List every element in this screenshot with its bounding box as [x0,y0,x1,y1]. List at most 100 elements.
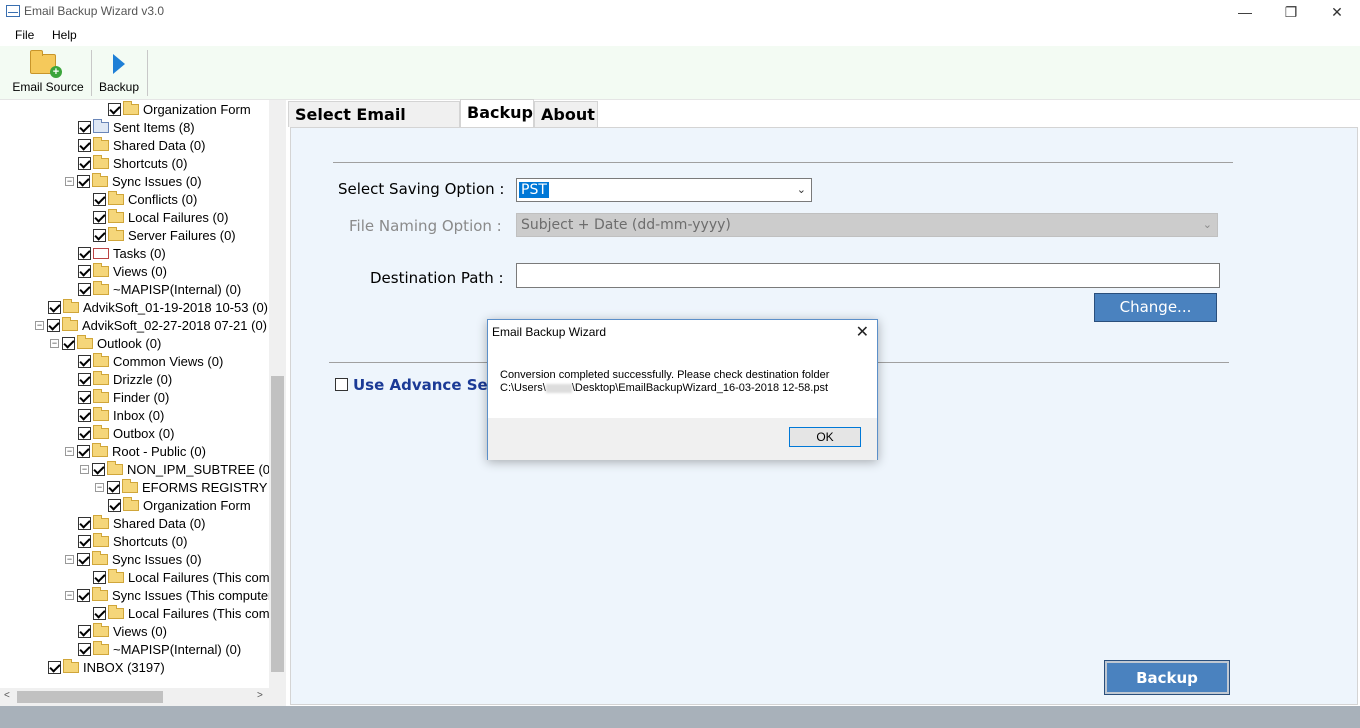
advance-settings-label[interactable]: Use Advance Settings [353,376,489,394]
tree-checkbox[interactable] [78,156,91,170]
tree-item[interactable]: Shortcuts (0) [78,532,187,550]
tab-about[interactable]: About [534,101,598,127]
scrollbar-thumb[interactable] [17,691,163,703]
minimize-button[interactable]: — [1222,0,1268,24]
tree-checkbox[interactable] [78,138,91,152]
collapse-toggle-icon[interactable]: − [65,554,74,564]
close-window-button[interactable]: ✕ [1314,0,1360,24]
tree-checkbox[interactable] [77,174,90,188]
tree-checkbox[interactable] [93,192,106,206]
tree-item[interactable]: Organization Form [108,100,251,118]
tree-item[interactable]: Tasks (0) [78,244,166,262]
tree-checkbox[interactable] [107,480,120,494]
advance-settings-checkbox[interactable] [335,378,348,391]
tree-item[interactable]: Local Failures (This computer only) [93,568,286,586]
tree-checkbox[interactable] [93,606,106,620]
tree-item[interactable]: Shortcuts (0) [78,154,187,172]
tree-checkbox[interactable] [78,390,91,404]
tree-item[interactable]: − EFORMS REGISTRY (0) [95,478,286,496]
tree-checkbox[interactable] [78,372,91,386]
tree-item[interactable]: Shared Data (0) [78,136,206,154]
tree-checkbox[interactable] [78,624,91,638]
folder-icon [92,550,108,565]
tree-checkbox[interactable] [78,282,91,296]
tree-item[interactable]: Inbox (0) [78,406,164,424]
tree-item[interactable]: Views (0) [78,622,167,640]
tree-checkbox[interactable] [93,570,106,584]
scroll-left-icon[interactable]: < [4,690,10,701]
tree-checkbox[interactable] [77,552,90,566]
destination-path-input[interactable] [516,263,1220,288]
menu-file[interactable]: File [15,28,34,42]
saving-option-select[interactable]: PST ⌄ [516,178,812,202]
tree-checkbox[interactable] [78,516,91,530]
folder-tree: Organization Form Sent Items (8) Shared Da… [0,100,286,706]
tree-checkbox[interactable] [92,462,105,476]
tree-vertical-scrollbar[interactable] [269,100,286,688]
tab-backup[interactable]: Backup [460,99,534,127]
backup-button[interactable]: Backup [1104,660,1230,695]
tree-checkbox[interactable] [93,228,106,242]
tree-item[interactable]: Local Failures (0) [93,208,228,226]
tree-checkbox[interactable] [47,318,60,332]
tree-checkbox[interactable] [78,264,91,278]
tree-item[interactable]: ~MAPISP(Internal) (0) [78,640,241,658]
collapse-toggle-icon[interactable]: − [50,338,59,348]
tree-item[interactable]: Server Failures (0) [93,226,236,244]
tree-checkbox[interactable] [77,588,90,602]
collapse-toggle-icon[interactable]: − [65,176,74,186]
scrollbar-thumb[interactable] [271,376,284,672]
tree-item[interactable]: Common Views (0) [78,352,223,370]
tree-checkbox[interactable] [78,354,91,368]
tree-checkbox[interactable] [48,300,61,314]
tree-item[interactable]: − Root - Public (0) [65,442,206,460]
tree-item[interactable]: Shared Data (0) [78,514,206,532]
tree-checkbox[interactable] [78,642,91,656]
tree-checkbox[interactable] [78,246,91,260]
tree-horizontal-scrollbar[interactable]: < > [0,688,286,706]
menu-help[interactable]: Help [52,28,77,42]
tree-checkbox[interactable] [48,660,61,674]
tree-item[interactable]: Outbox (0) [78,424,174,442]
tree-item[interactable]: Views (0) [78,262,167,280]
tree-checkbox[interactable] [93,210,106,224]
tree-item[interactable]: Conflicts (0) [93,190,197,208]
tree-checkbox[interactable] [62,336,75,350]
email-source-button[interactable]: + Email Source [8,48,88,98]
folder-icon [123,496,139,511]
tree-item[interactable]: Sent Items (8) [78,118,195,136]
collapse-toggle-icon[interactable]: − [95,482,104,492]
tree-checkbox[interactable] [78,534,91,548]
collapse-toggle-icon[interactable]: − [35,320,44,330]
tree-item[interactable]: − Sync Issues (0) [65,172,202,190]
tree-item[interactable]: − AdvikSoft_02-27-2018 07-21 (0) [35,316,267,334]
collapse-toggle-icon[interactable]: − [65,590,74,600]
maximize-button[interactable]: ❐ [1268,0,1314,24]
tree-checkbox[interactable] [77,444,90,458]
scroll-right-icon[interactable]: > [257,690,263,701]
tree-item[interactable]: − Sync Issues (0) [65,550,202,568]
tree-item[interactable]: − Sync Issues (This computer only) [65,586,286,604]
dialog-close-icon[interactable]: ✕ [856,322,869,342]
tree-checkbox[interactable] [78,408,91,422]
tree-checkbox[interactable] [78,120,91,134]
collapse-toggle-icon[interactable]: − [65,446,74,456]
tree-checkbox[interactable] [108,498,121,512]
tree-item[interactable]: ~MAPISP(Internal) (0) [78,280,241,298]
ok-button[interactable]: OK [789,427,861,447]
tree-item[interactable]: Finder (0) [78,388,169,406]
tree-item-label: Sync Issues (0) [112,173,202,189]
tree-item[interactable]: − NON_IPM_SUBTREE (0) [80,460,274,478]
tree-checkbox[interactable] [78,426,91,440]
tree-item[interactable]: − Outlook (0) [50,334,161,352]
tree-item[interactable]: Local Failures (This computer only) [93,604,286,622]
tab-select-email-source[interactable]: Select Email Source [288,101,460,150]
tree-item[interactable]: INBOX (3197) [48,658,165,676]
tree-item[interactable]: AdvikSoft_01-19-2018 10-53 (0) [48,298,268,316]
tree-item[interactable]: Drizzle (0) [78,370,172,388]
tree-checkbox[interactable] [108,102,121,116]
tree-item[interactable]: Organization Form [108,496,251,514]
dialog-path-suffix: \Desktop\EmailBackupWizard_16-03-2018 12… [571,382,829,394]
change-button[interactable]: Change... [1094,293,1217,322]
collapse-toggle-icon[interactable]: − [80,464,89,474]
